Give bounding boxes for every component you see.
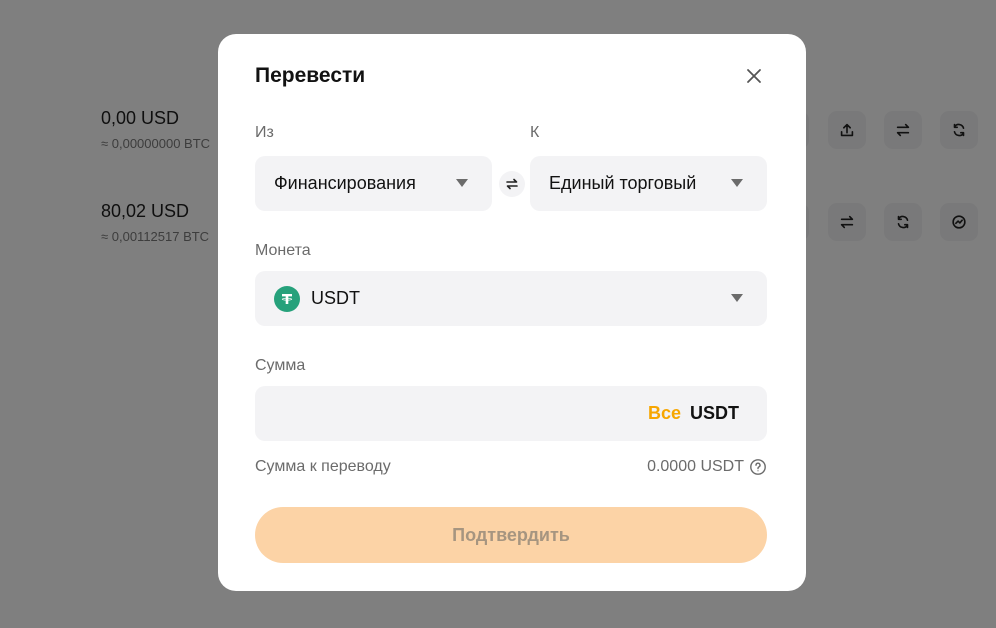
help-icon[interactable] [749,458,767,476]
max-amount-button[interactable]: Все [648,403,681,424]
close-icon [747,69,761,83]
coin-label: Монета [255,242,311,259]
usdt-icon [274,285,300,312]
page: 0,00 USD ≈ 0,00000000 BTC 80,02 USD ≈ 0,… [0,0,996,628]
to-account-select[interactable]: Единый торговый [530,156,767,211]
modal-title: Перевести [255,64,366,87]
confirm-button[interactable]: Подтвердить [255,507,767,563]
transfer-modal: Перевести Из К Финансирования Единый тор… [218,34,806,591]
to-account-value: Единый торговый [549,173,697,193]
from-label: Из [255,124,274,141]
coin-value: USDT [311,288,360,308]
close-button[interactable] [742,64,766,88]
from-account-select[interactable]: Финансирования [255,156,492,211]
swap-icon [506,178,518,190]
coin-select[interactable]: USDT [255,271,767,326]
amount-unit: USDT [690,403,739,423]
amount-label: Сумма [255,357,306,374]
amount-input[interactable] [273,386,637,443]
from-account-value: Финансирования [274,173,416,193]
chevron-down-icon [731,179,743,187]
transfer-amount-value: 0.0000 USDT [647,458,744,475]
chevron-down-icon [731,294,743,302]
swap-accounts-button[interactable] [499,171,525,197]
transfer-amount-label: Сумма к переводу [255,458,391,475]
chevron-down-icon [456,179,468,187]
amount-field: Все USDT [255,386,767,443]
to-label: К [530,124,540,141]
